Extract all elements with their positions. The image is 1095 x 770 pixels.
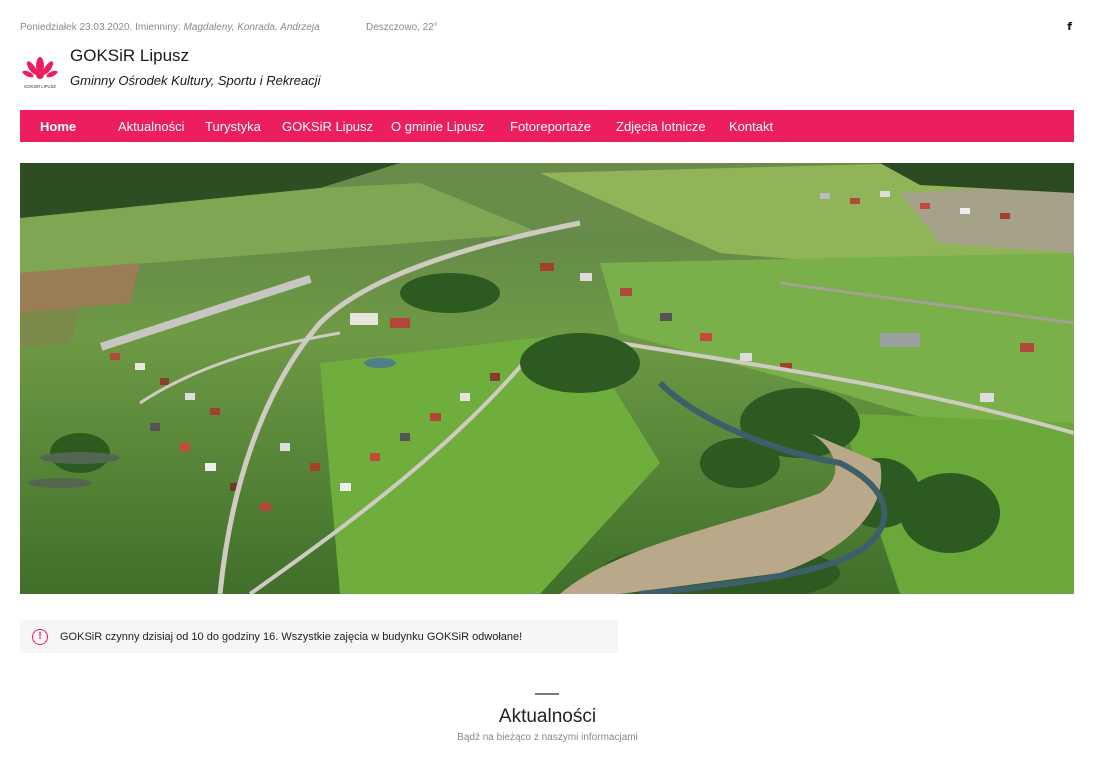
- site-title[interactable]: GOKSiR Lipusz: [70, 46, 189, 66]
- section-divider: [535, 693, 559, 695]
- top-info-bar: Poniedziałek 23.03.2020. Imienniny: Magd…: [20, 20, 1074, 36]
- info-icon: !: [32, 629, 48, 645]
- nav-item-aktualnosci[interactable]: Aktualności: [118, 119, 184, 134]
- main-navigation: Home Aktualności Turystyka GOKSiR Lipusz…: [20, 110, 1074, 142]
- nav-item-home[interactable]: Home: [40, 119, 76, 134]
- aerial-village-image: [20, 163, 1074, 594]
- site-subtitle: Gminny Ośrodek Kultury, Sportu i Rekreac…: [70, 73, 321, 88]
- flower-logo-icon: GOKSiR LIPUSZ: [22, 57, 58, 89]
- nav-item-o-gminie-lipusz[interactable]: O gminie Lipusz: [391, 119, 484, 134]
- facebook-icon[interactable]: f: [1067, 20, 1072, 33]
- nav-item-goksir-lipusz[interactable]: GOKSiR Lipusz: [282, 119, 373, 134]
- nav-item-fotoreportaze[interactable]: Fotoreportaże: [510, 119, 591, 134]
- site-branding: GOKSiR LIPUSZ GOKSiR Lipusz Gminny Ośrod…: [20, 46, 420, 96]
- notice-banner: ! GOKSiR czynny dzisiaj od 10 do godziny…: [20, 620, 618, 653]
- nav-item-turystyka[interactable]: Turystyka: [205, 119, 261, 134]
- news-section-subtitle: Bądź na bieżąco z naszymi informacjami: [457, 732, 638, 743]
- nav-item-zdjecia-lotnicze[interactable]: Zdjęcia lotnicze: [616, 119, 706, 134]
- logo-text: GOKSiR LIPUSZ: [24, 84, 56, 89]
- weather-text: Deszczowo, 22°: [366, 22, 438, 33]
- namedays: Magdaleny, Konrada, Andrzeja: [183, 22, 320, 33]
- site-logo[interactable]: GOKSiR LIPUSZ: [20, 50, 60, 90]
- nav-item-kontakt[interactable]: Kontakt: [729, 119, 773, 134]
- hero-aerial-photo[interactable]: [20, 163, 1074, 594]
- news-section-title: Aktualności: [498, 706, 597, 727]
- notice-text: GOKSiR czynny dzisiaj od 10 do godziny 1…: [60, 631, 523, 643]
- date-nameday-text: Poniedziałek 23.03.2020. Imienniny: Magd…: [20, 22, 320, 33]
- date-label: Poniedziałek 23.03.2020. Imienniny:: [20, 22, 184, 33]
